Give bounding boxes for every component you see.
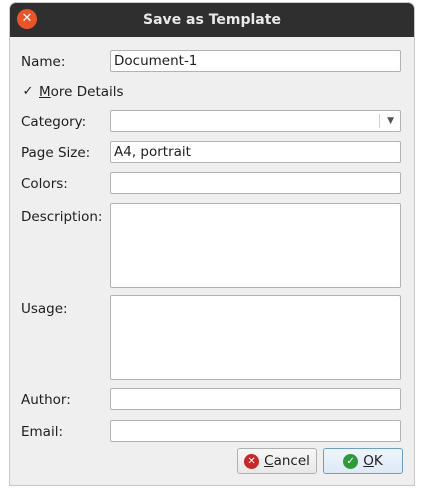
description-field[interactable] <box>110 203 401 288</box>
description-label: Description: <box>21 209 103 225</box>
email-field[interactable] <box>110 420 401 442</box>
cancel-button[interactable]: ✕ Cancel <box>237 448 317 474</box>
chevron-down-icon[interactable]: ▼ <box>387 111 394 131</box>
usage-label: Usage: <box>21 301 68 317</box>
category-label: Category: <box>21 114 87 130</box>
close-button[interactable]: ✕ <box>17 9 37 29</box>
checkmark-icon: ✓ <box>22 84 34 99</box>
close-icon: ✕ <box>21 11 33 26</box>
name-field[interactable] <box>110 50 401 72</box>
more-details-label: More Details <box>39 84 124 100</box>
title-bar: Save as Template ✕ <box>10 3 414 37</box>
ok-label: OK <box>363 453 383 469</box>
email-label: Email: <box>21 424 64 440</box>
page-size-field[interactable] <box>110 141 401 163</box>
author-field[interactable] <box>110 388 401 410</box>
colors-field[interactable] <box>110 172 401 194</box>
ok-button[interactable]: ✓ OK <box>323 448 403 474</box>
category-combobox[interactable]: ▼ <box>110 110 401 132</box>
colors-label: Colors: <box>21 176 68 192</box>
cancel-icon: ✕ <box>244 453 260 469</box>
name-label: Name: <box>21 54 66 70</box>
combo-separator <box>379 114 380 128</box>
cancel-label: Cancel <box>264 453 310 469</box>
ok-icon: ✓ <box>343 453 359 469</box>
dialog-title: Save as Template <box>143 12 281 28</box>
more-details-checkbox[interactable]: ✓ More Details <box>21 83 124 101</box>
page-size-label: Page Size: <box>21 145 91 161</box>
author-label: Author: <box>21 392 71 408</box>
usage-field[interactable] <box>110 295 401 380</box>
save-as-template-dialog: Save as Template ✕ Name: ✓ More Details … <box>10 3 414 485</box>
